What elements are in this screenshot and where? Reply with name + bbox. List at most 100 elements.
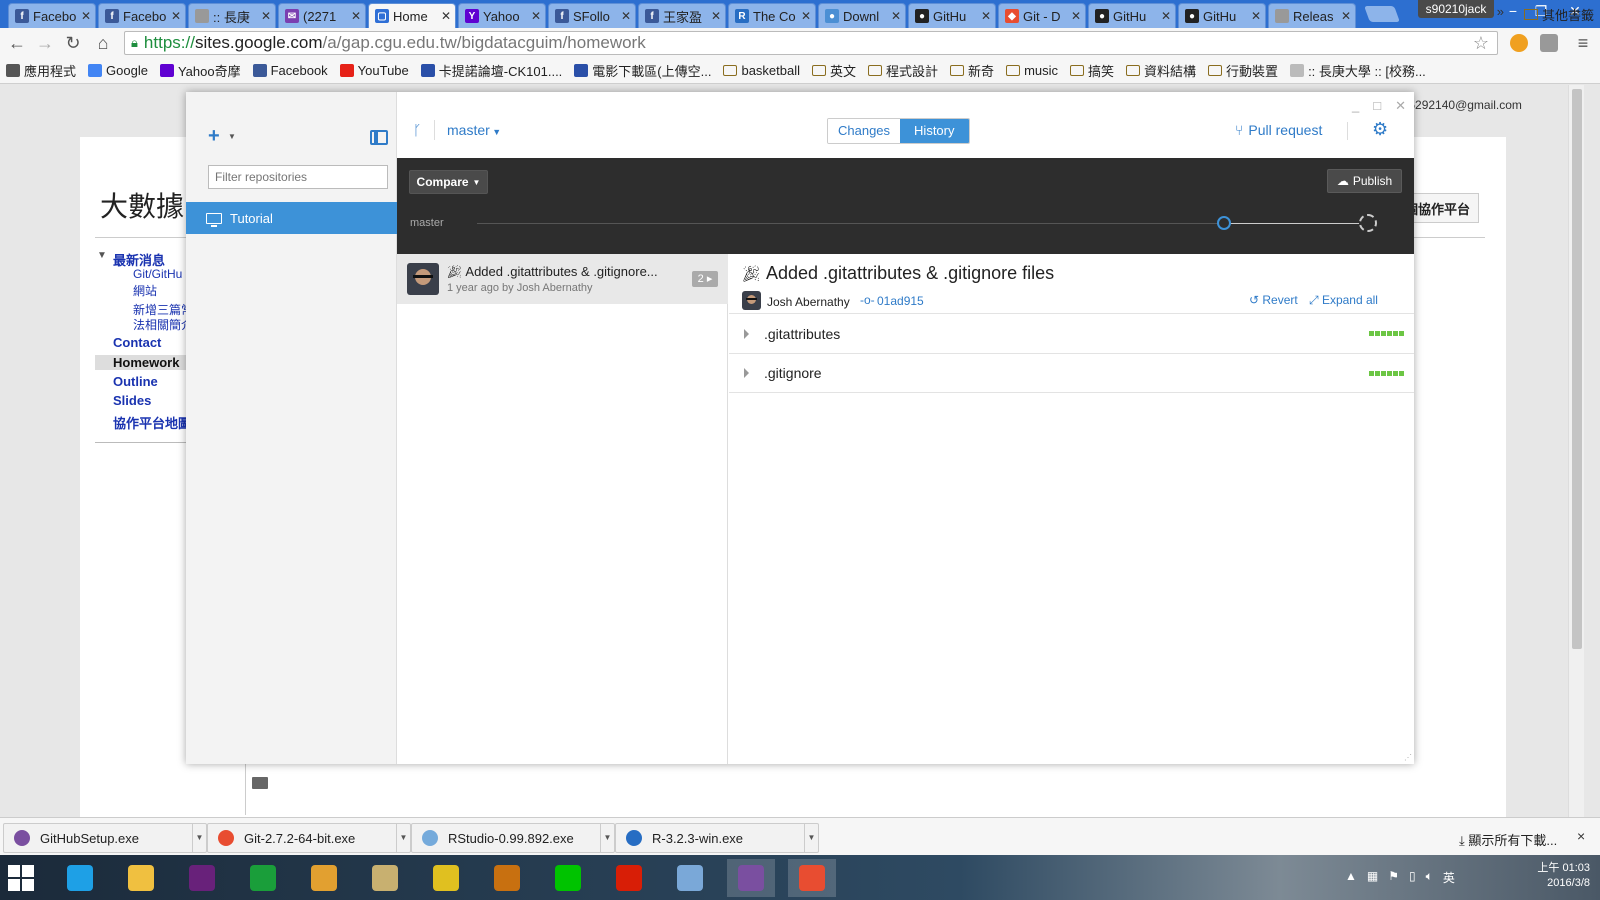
taskbar-app[interactable] bbox=[178, 859, 226, 897]
reload-icon[interactable]: ↻ bbox=[62, 33, 84, 53]
chevron-right-icon[interactable] bbox=[744, 368, 749, 378]
profile-badge[interactable]: s90210jack bbox=[1418, 0, 1494, 18]
ime-indicator[interactable]: 英 bbox=[1443, 869, 1455, 886]
close-downloads-button[interactable]: × bbox=[1577, 828, 1585, 844]
bookmark-item[interactable]: YouTube bbox=[339, 63, 409, 78]
chevron-down-icon[interactable]: ▼ bbox=[192, 824, 206, 852]
taskbar-app[interactable] bbox=[666, 859, 714, 897]
filter-repositories-input[interactable] bbox=[208, 165, 388, 189]
forward-icon[interactable]: → bbox=[34, 33, 56, 53]
browser-tab[interactable]: f Facebo ✕ bbox=[8, 3, 96, 28]
close-tab-icon[interactable]: ✕ bbox=[891, 9, 901, 23]
browser-tab[interactable]: ● GitHu ✕ bbox=[908, 3, 996, 28]
battery-icon[interactable]: ▯ bbox=[1409, 869, 1416, 886]
browser-tab[interactable]: Releas ✕ bbox=[1268, 3, 1356, 28]
taskbar-app[interactable] bbox=[605, 859, 653, 897]
site-nav-item[interactable]: Git/GitHu bbox=[133, 267, 182, 281]
tab-history[interactable]: History bbox=[900, 119, 969, 143]
browser-tab[interactable]: ● GitHu ✕ bbox=[1088, 3, 1176, 28]
commit-list-item[interactable]: 🎉︎ Added .gitattributes & .gitignore... … bbox=[397, 254, 728, 304]
tab-changes[interactable]: Changes bbox=[828, 119, 901, 143]
extension-icon[interactable] bbox=[1540, 34, 1558, 52]
bookmark-item[interactable]: Google bbox=[88, 63, 148, 78]
site-nav-item[interactable]: Slides bbox=[113, 393, 151, 408]
close-tab-icon[interactable]: ✕ bbox=[1341, 9, 1351, 23]
close-tab-icon[interactable]: ✕ bbox=[351, 9, 361, 23]
download-item[interactable]: GitHubSetup.exe ▼ bbox=[3, 823, 207, 853]
browser-tab[interactable]: f Facebo ✕ bbox=[98, 3, 186, 28]
close-tab-icon[interactable]: ✕ bbox=[621, 9, 631, 23]
close-tab-icon[interactable]: ✕ bbox=[441, 9, 451, 23]
resize-grip-icon[interactable]: ⋰ bbox=[1404, 753, 1412, 762]
bookmark-item[interactable]: 行動裝置 bbox=[1208, 61, 1278, 80]
add-repository-icon[interactable]: + bbox=[208, 125, 220, 148]
extension-icon[interactable] bbox=[1510, 34, 1528, 52]
browser-tab[interactable]: :: 長庚 ✕ bbox=[188, 3, 276, 28]
bookmark-item[interactable]: music bbox=[1006, 63, 1058, 78]
bookmark-item[interactable]: Facebook bbox=[252, 63, 328, 78]
site-nav-item[interactable]: 法相關簡介 bbox=[133, 316, 193, 333]
bookmark-item[interactable]: 程式設計 bbox=[868, 61, 938, 80]
new-tab-button[interactable] bbox=[1364, 6, 1400, 22]
page-scrollbar[interactable] bbox=[1568, 85, 1584, 817]
browser-tab[interactable]: ● GitHu ✕ bbox=[1178, 3, 1266, 28]
compare-button[interactable]: Compare ▼ bbox=[409, 170, 488, 194]
bookmark-item[interactable]: 應用程式 bbox=[6, 61, 76, 80]
bookmark-item[interactable]: basketball bbox=[723, 63, 800, 78]
browser-tab[interactable]: f SFollo ✕ bbox=[548, 3, 636, 28]
address-bar[interactable]: 🔒︎ https://sites.google.com/a/gap.cgu.ed… bbox=[124, 31, 1498, 55]
show-all-downloads-link[interactable]: ⤓ 顯示所有下載... bbox=[1459, 830, 1557, 849]
close-tab-icon[interactable]: ✕ bbox=[711, 9, 721, 23]
scrollbar-thumb[interactable] bbox=[1572, 89, 1582, 649]
browser-tab[interactable]: Y Yahoo ✕ bbox=[458, 3, 546, 28]
site-nav-item[interactable]: 網站 bbox=[133, 282, 157, 299]
file-row[interactable]: .gitattributes bbox=[729, 313, 1414, 353]
chevron-down-icon[interactable]: ▼ bbox=[228, 132, 236, 141]
taskbar-app[interactable] bbox=[422, 859, 470, 897]
close-tab-icon[interactable]: ✕ bbox=[801, 9, 811, 23]
close-tab-icon[interactable]: ✕ bbox=[1071, 9, 1081, 23]
repository-item-tutorial[interactable]: Tutorial bbox=[186, 202, 397, 234]
timeline-head-node[interactable] bbox=[1359, 214, 1377, 232]
bookmark-item[interactable]: 新奇 bbox=[950, 61, 994, 80]
taskbar-app[interactable] bbox=[239, 859, 287, 897]
back-icon[interactable]: ← bbox=[6, 33, 28, 53]
close-tab-icon[interactable]: ✕ bbox=[81, 9, 91, 23]
bookmark-item[interactable]: 電影下載區(上傳空... bbox=[574, 61, 711, 80]
bookmark-item[interactable]: 卡提諾論壇-CK101.... bbox=[420, 61, 562, 80]
taskbar-app[interactable] bbox=[727, 859, 775, 897]
browser-tab[interactable]: ◆ Git - D ✕ bbox=[998, 3, 1086, 28]
other-bookmarks-folder[interactable]: 其他書籤 bbox=[1523, 5, 1594, 24]
browser-tab[interactable]: ● Downl ✕ bbox=[818, 3, 906, 28]
timeline-commit-node[interactable] bbox=[1217, 216, 1231, 230]
taskbar-app[interactable] bbox=[544, 859, 592, 897]
maximize-icon[interactable]: □ bbox=[1373, 98, 1381, 114]
bookmark-item[interactable]: :: 長庚大學 :: [校務... bbox=[1290, 61, 1426, 80]
taskbar-app[interactable] bbox=[788, 859, 836, 897]
download-item[interactable]: R-3.2.3-win.exe ▼ bbox=[615, 823, 819, 853]
account-email[interactable]: 025292140@gmail.com bbox=[1395, 98, 1522, 112]
file-row[interactable]: .gitignore bbox=[729, 353, 1414, 393]
chevron-down-icon[interactable]: ▼ bbox=[396, 824, 410, 852]
download-item[interactable]: RStudio-0.99.892.exe ▼ bbox=[411, 823, 615, 853]
publish-button[interactable]: ☁ Publish bbox=[1327, 169, 1402, 193]
close-tab-icon[interactable]: ✕ bbox=[261, 9, 271, 23]
commit-sha-link[interactable]: 01ad915 bbox=[877, 294, 924, 308]
site-nav-item[interactable]: Outline bbox=[113, 374, 158, 389]
bookmark-star-icon[interactable]: ☆ bbox=[1473, 33, 1489, 54]
bookmark-item[interactable]: 資料結構 bbox=[1126, 61, 1196, 80]
browser-tab[interactable]: R The Co ✕ bbox=[728, 3, 816, 28]
site-nav-item[interactable]: Contact bbox=[113, 335, 161, 350]
download-item[interactable]: Git-2.7.2-64-bit.exe ▼ bbox=[207, 823, 411, 853]
taskbar-app[interactable] bbox=[300, 859, 348, 897]
bookmarks-overflow-button[interactable]: » bbox=[1497, 4, 1504, 19]
close-tab-icon[interactable]: ✕ bbox=[1251, 9, 1261, 23]
taskbar-app[interactable] bbox=[483, 859, 531, 897]
site-nav-item[interactable]: 協作平台地圖 bbox=[113, 413, 191, 432]
expand-all-button[interactable]: ⤢ Expand all bbox=[1309, 293, 1378, 308]
collapse-sidebar-icon[interactable] bbox=[370, 130, 388, 145]
taskbar-app[interactable] bbox=[117, 859, 165, 897]
taskbar-app[interactable] bbox=[361, 859, 409, 897]
chevron-down-icon[interactable]: ▼ bbox=[600, 824, 614, 852]
browser-tab[interactable]: ▢ Home ✕ bbox=[368, 3, 456, 28]
